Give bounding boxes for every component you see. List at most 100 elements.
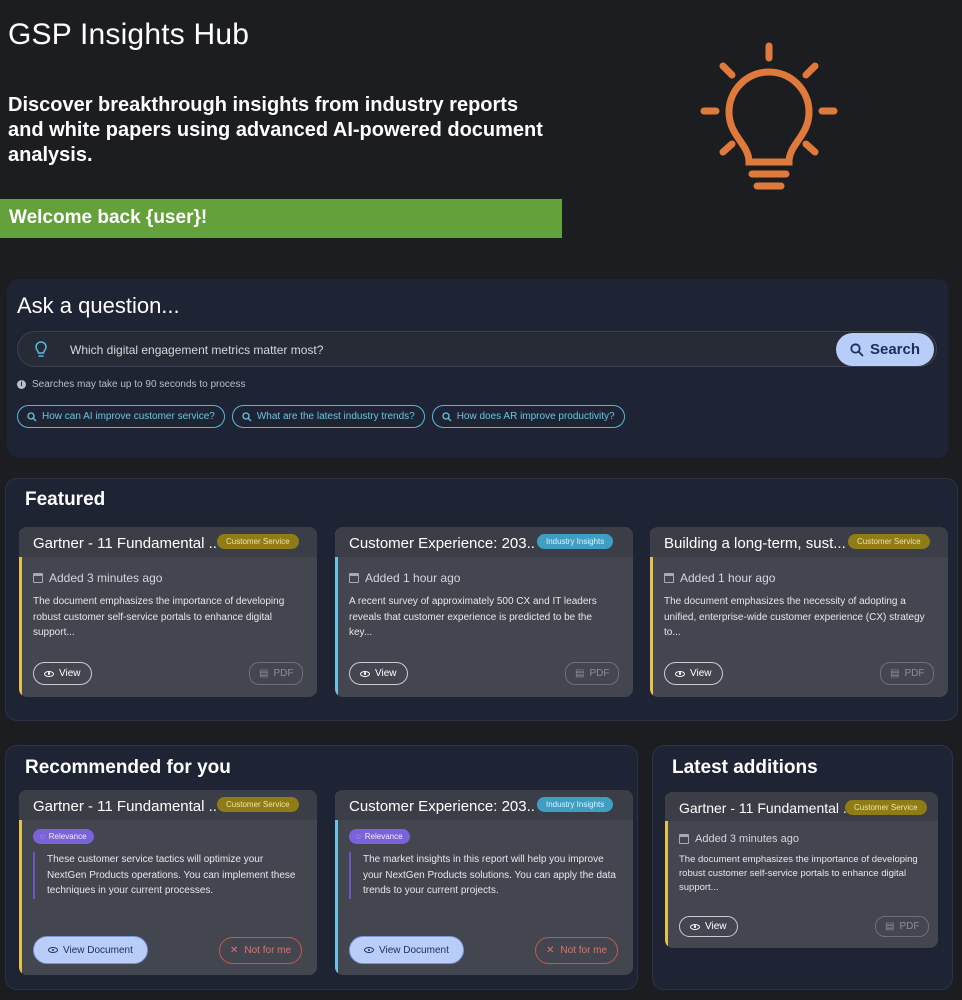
- relevance-text: These customer service tactics will opti…: [33, 852, 303, 899]
- document-card: Building a long-term, sust... Customer S…: [650, 527, 948, 697]
- pdf-button-label: PDF: [904, 668, 925, 679]
- lightbulb-icon: [700, 42, 838, 190]
- latest-section: Latest additions Gartner - 11 Fundamenta…: [652, 745, 953, 990]
- view-button-label: View: [59, 668, 81, 679]
- card-title[interactable]: Customer Experience: 203...: [349, 798, 534, 815]
- pdf-button[interactable]: ▤ PDF: [249, 662, 304, 685]
- category-tag: Customer Service: [217, 797, 299, 812]
- processing-note: i Searches may take up to 90 seconds to …: [17, 379, 245, 390]
- calendar-icon: [349, 573, 359, 583]
- close-icon: ✕: [546, 945, 555, 956]
- eye-icon: [690, 923, 700, 930]
- category-tag: Customer Service: [848, 534, 930, 549]
- added-text: Added 1 hour ago: [680, 571, 776, 585]
- pdf-button[interactable]: ▤ PDF: [565, 662, 620, 685]
- not-for-me-label: Not for me: [244, 945, 292, 956]
- pdf-button-label: PDF: [899, 921, 920, 932]
- file-icon: ▤: [890, 668, 900, 679]
- page-title: GSP Insights Hub: [8, 18, 250, 51]
- not-for-me-button[interactable]: ✕ Not for me: [219, 937, 303, 964]
- suggestion-chip-label: What are the latest industry trends?: [256, 411, 415, 422]
- lightbulb-icon: ◌: [356, 832, 361, 841]
- added-info: Added 1 hour ago: [349, 571, 460, 585]
- relevance-badge: ◌ Relevance: [349, 829, 410, 844]
- card-title[interactable]: Gartner - 11 Fundamental ...: [679, 800, 849, 816]
- eye-icon: [675, 670, 685, 677]
- suggestion-chip[interactable]: What are the latest industry trends?: [231, 405, 425, 428]
- pdf-button-label: PDF: [273, 668, 294, 679]
- processing-note-text: Searches may take up to 90 seconds to pr…: [32, 379, 246, 390]
- ask-title: Ask a question...: [17, 293, 180, 318]
- not-for-me-button[interactable]: ✕ Not for me: [535, 937, 619, 964]
- relevance-label: Relevance: [364, 832, 403, 841]
- recommended-card: Customer Experience: 203... Industry Ins…: [335, 790, 633, 975]
- added-text: Added 3 minutes ago: [49, 571, 163, 585]
- view-button-label: View: [705, 921, 727, 932]
- hero-subtitle: Discover breakthrough insights from indu…: [8, 94, 543, 166]
- calendar-icon: [679, 834, 689, 844]
- relevance-label: Relevance: [48, 832, 87, 841]
- added-info: Added 3 minutes ago: [679, 833, 799, 845]
- category-tag: Industry Insights: [537, 534, 614, 549]
- card-description: A recent survey of approximately 500 CX …: [349, 596, 597, 638]
- suggestion-chip[interactable]: How does AR improve productivity?: [431, 405, 625, 428]
- lightbulb-icon: ◌: [40, 832, 45, 841]
- suggestion-chips: How can AI improve customer service? Wha…: [17, 405, 625, 428]
- ask-panel: Ask a question... Search i Searches may …: [7, 279, 949, 458]
- category-tag: Industry Insights: [537, 797, 614, 812]
- file-icon: ▤: [259, 668, 269, 679]
- card-title[interactable]: Customer Experience: 203...: [349, 535, 534, 552]
- added-text: Added 3 minutes ago: [695, 833, 799, 845]
- recommended-title: Recommended for you: [25, 757, 231, 778]
- recommended-section: Recommended for you Gartner - 11 Fundame…: [5, 745, 638, 990]
- suggestion-chip-label: How does AR improve productivity?: [456, 411, 615, 422]
- view-button[interactable]: View: [664, 662, 723, 685]
- card-title[interactable]: Building a long-term, sust...: [664, 535, 849, 552]
- search-icon: [27, 411, 37, 421]
- eye-icon: [44, 670, 54, 677]
- added-text: Added 1 hour ago: [365, 571, 461, 585]
- card-description: The document emphasizes the necessity of…: [664, 596, 925, 638]
- search-input[interactable]: [70, 340, 770, 360]
- file-icon: ▤: [885, 921, 895, 932]
- category-tag: Customer Service: [845, 800, 927, 815]
- file-icon: ▤: [575, 668, 585, 679]
- card-title[interactable]: Gartner - 11 Fundamental ...: [33, 535, 218, 552]
- view-document-button[interactable]: View Document: [349, 936, 464, 964]
- eye-icon: [364, 947, 374, 953]
- pdf-button-label: PDF: [589, 668, 610, 679]
- search-icon: [850, 342, 864, 356]
- added-info: Added 1 hour ago: [664, 571, 775, 585]
- search-icon: [442, 411, 452, 421]
- card-title[interactable]: Gartner - 11 Fundamental ...: [33, 798, 218, 815]
- view-button[interactable]: View: [33, 662, 92, 685]
- calendar-icon: [33, 573, 43, 583]
- view-document-label: View Document: [63, 944, 133, 956]
- search-icon: [242, 411, 252, 421]
- view-document-button[interactable]: View Document: [33, 936, 148, 964]
- view-button[interactable]: View: [349, 662, 408, 685]
- welcome-banner: Welcome back {user}!: [0, 199, 562, 238]
- suggestion-chip[interactable]: How can AI improve customer service?: [17, 405, 225, 428]
- document-card: Gartner - 11 Fundamental ... Customer Se…: [19, 527, 317, 697]
- card-description: The document emphasizes the importance o…: [679, 854, 918, 893]
- pdf-button[interactable]: ▤ PDF: [875, 916, 930, 937]
- search-button[interactable]: Search: [836, 333, 934, 366]
- info-icon: i: [17, 380, 26, 389]
- pdf-button[interactable]: ▤ PDF: [880, 662, 935, 685]
- card-description: The document emphasizes the importance o…: [33, 596, 285, 638]
- document-card: Customer Experience: 203... Industry Ins…: [335, 527, 633, 697]
- view-button[interactable]: View: [679, 916, 738, 937]
- document-card: Gartner - 11 Fundamental ... Customer Se…: [665, 792, 938, 948]
- latest-title: Latest additions: [672, 757, 818, 778]
- suggestion-chip-label: How can AI improve customer service?: [42, 411, 215, 422]
- featured-title: Featured: [25, 489, 106, 510]
- recommended-card: Gartner - 11 Fundamental ... Customer Se…: [19, 790, 317, 975]
- calendar-icon: [664, 573, 674, 583]
- search-button-label: Search: [869, 341, 921, 358]
- not-for-me-label: Not for me: [560, 945, 608, 956]
- category-tag: Customer Service: [217, 534, 299, 549]
- eye-icon: [360, 670, 370, 677]
- close-icon: ✕: [230, 945, 239, 956]
- view-button-label: View: [690, 668, 712, 679]
